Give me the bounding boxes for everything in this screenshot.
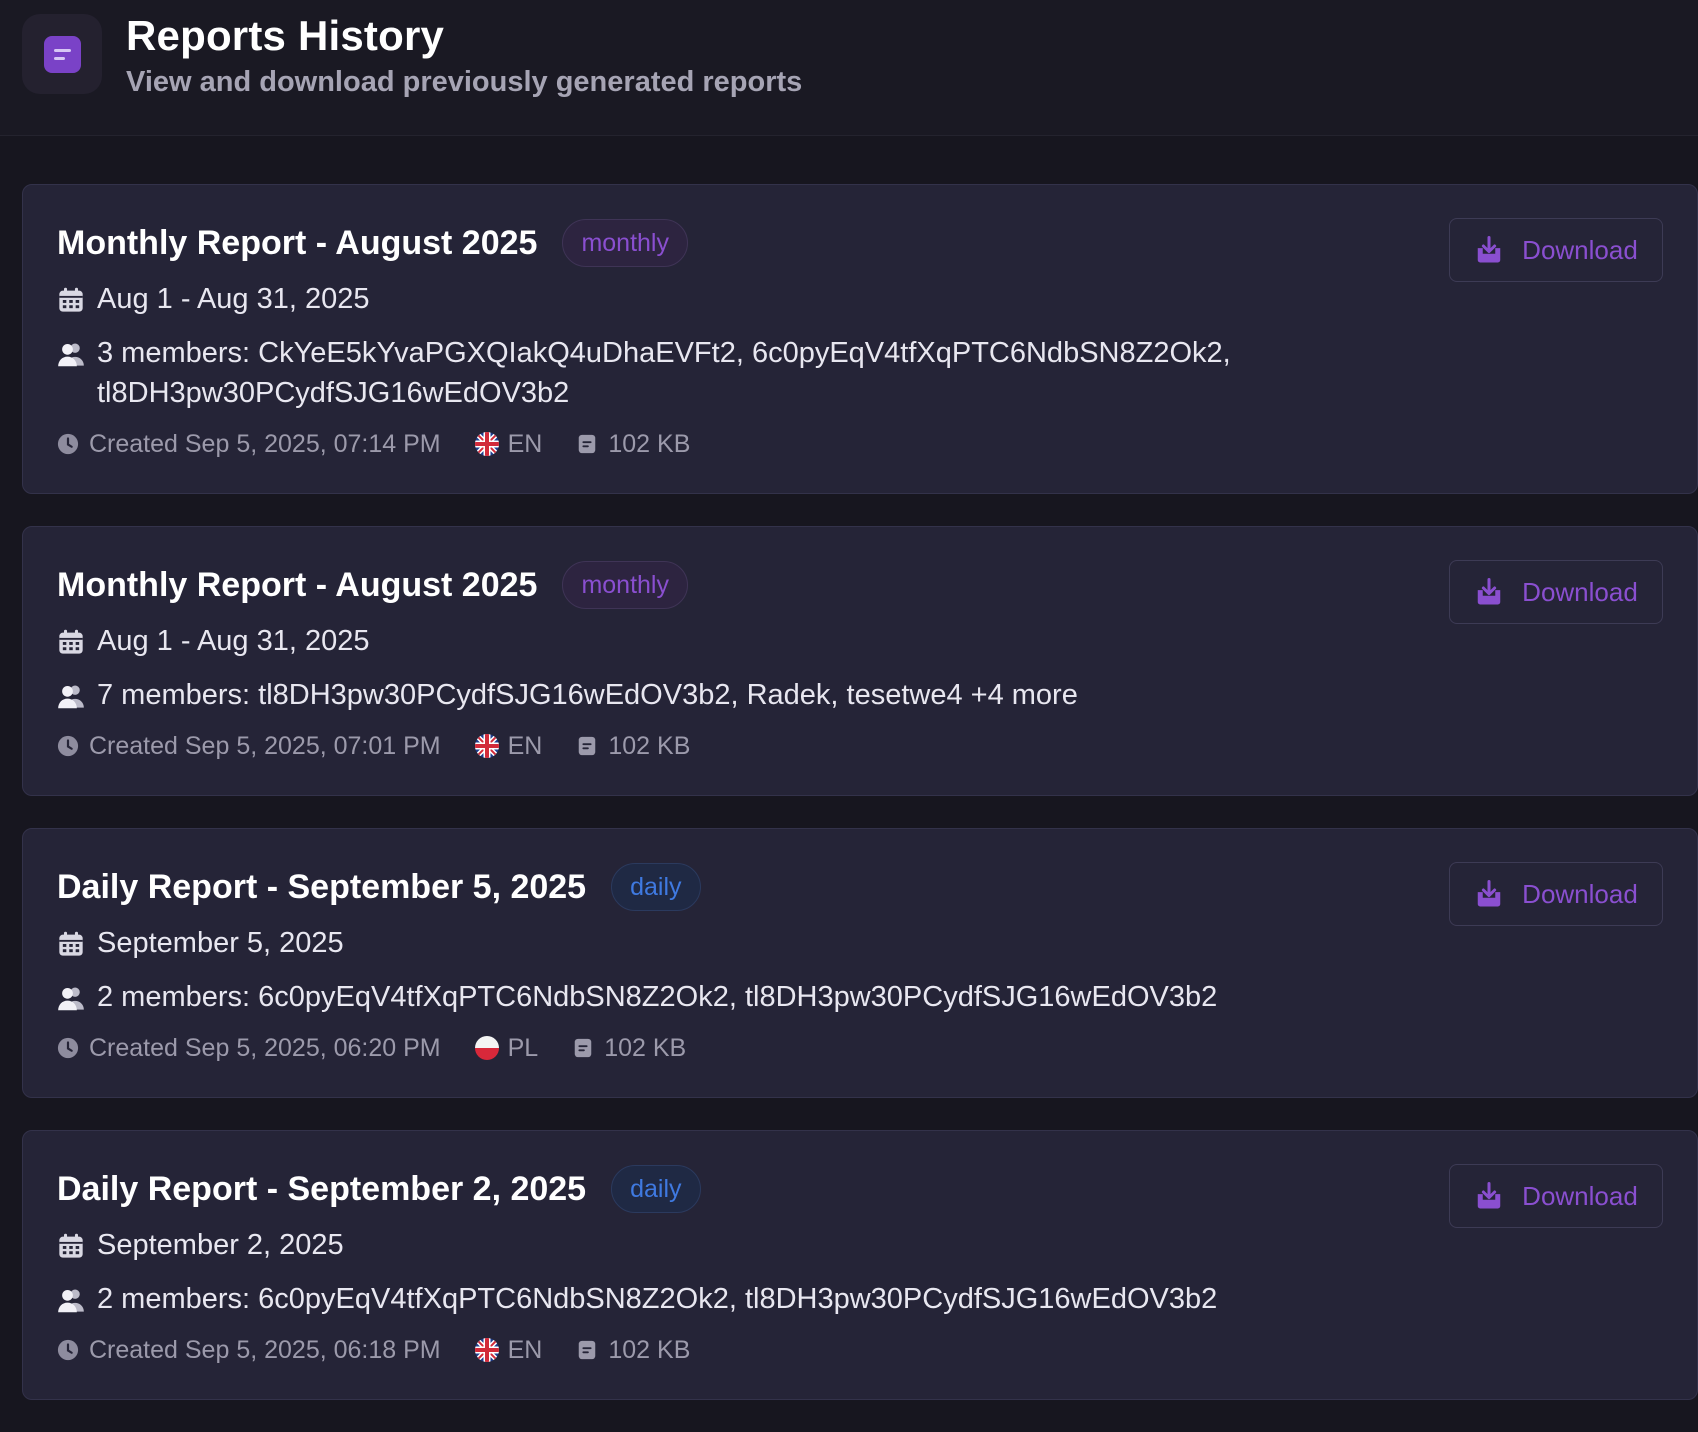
calendar-icon: [59, 1233, 83, 1258]
download-label: Download: [1522, 1180, 1638, 1211]
calendar-icon: [59, 931, 83, 956]
report-card-1: Monthly Report - August 2025 monthly Aug…: [22, 184, 1698, 494]
language-flag-icon: [474, 1338, 499, 1362]
created-timestamp: Created Sep 5, 2025, 07:01 PM: [89, 731, 441, 760]
created-timestamp: Created Sep 5, 2025, 07:14 PM: [89, 429, 441, 458]
download-icon: [1477, 1182, 1501, 1209]
users-icon: [58, 1289, 84, 1313]
users-icon: [58, 987, 84, 1011]
clock-icon: [57, 1339, 79, 1361]
report-title: Daily Report - September 2, 2025: [57, 1169, 587, 1208]
report-period: Aug 1 - Aug 31, 2025: [97, 283, 370, 315]
download-icon: [1477, 880, 1501, 907]
report-period: September 2, 2025: [97, 1229, 344, 1261]
language-flag-icon: [474, 734, 499, 758]
page-header: Reports History View and download previo…: [0, 0, 1698, 136]
report-card-3: Daily Report - September 5, 2025 daily S…: [22, 828, 1698, 1098]
download-button[interactable]: Download: [1449, 1164, 1663, 1228]
file-icon: [579, 434, 596, 454]
report-language: EN: [507, 731, 543, 760]
report-title: Monthly Report - August 2025: [57, 223, 538, 262]
file-size: 102 KB: [608, 1335, 691, 1364]
file-icon: [574, 1038, 592, 1058]
users-icon: [58, 685, 84, 709]
created-timestamp: Created Sep 5, 2025, 06:20 PM: [89, 1033, 441, 1062]
report-list: Monthly Report - August 2025 monthly Aug…: [22, 184, 1698, 1432]
report-type-badge: monthly: [562, 219, 688, 267]
report-title: Monthly Report - August 2025: [57, 565, 538, 604]
download-label: Download: [1522, 234, 1638, 265]
report-type-badge: daily: [611, 1165, 701, 1213]
report-period: Aug 1 - Aug 31, 2025: [97, 625, 370, 657]
calendar-icon: [59, 287, 83, 312]
report-type-badge: monthly: [562, 561, 688, 609]
report-members: 7 members: tl8DH3pw30PCydfSJG16wEdOV3b2,…: [97, 679, 1078, 711]
report-language: EN: [507, 1335, 543, 1364]
page-title: Reports History: [126, 12, 445, 59]
report-members: 2 members: 6c0pyEqV4tfXqPTC6NdbSN8Z2Ok2,…: [97, 1283, 1218, 1315]
download-icon: [1477, 236, 1501, 263]
clock-icon: [57, 433, 79, 455]
report-language: PL: [507, 1033, 539, 1062]
report-members: 3 members: CkYeE5kYvaPGXQIakQ4uDhaEVFt2,…: [97, 337, 1231, 409]
language-flag-icon: [474, 1036, 499, 1060]
file-icon: [579, 1340, 596, 1360]
download-button[interactable]: Download: [1449, 218, 1663, 282]
file-size: 102 KB: [608, 731, 691, 760]
report-period: September 5, 2025: [97, 927, 344, 959]
created-timestamp: Created Sep 5, 2025, 06:18 PM: [89, 1335, 441, 1364]
file-icon: [579, 736, 596, 756]
download-icon: [1477, 578, 1501, 605]
calendar-icon: [59, 629, 83, 654]
report-title: Daily Report - September 5, 2025: [57, 867, 587, 906]
file-size: 102 KB: [604, 1033, 687, 1062]
download-label: Download: [1522, 878, 1638, 909]
report-language: EN: [507, 429, 543, 458]
report-members: 2 members: 6c0pyEqV4tfXqPTC6NdbSN8Z2Ok2,…: [97, 981, 1218, 1013]
clock-icon: [57, 1037, 79, 1059]
download-label: Download: [1522, 576, 1638, 607]
report-card-2: Monthly Report - August 2025 monthly Aug…: [22, 526, 1698, 796]
report-card-4: Daily Report - September 2, 2025 daily S…: [22, 1130, 1698, 1400]
report-type-badge: daily: [611, 863, 701, 911]
language-flag-icon: [474, 432, 499, 456]
download-button[interactable]: Download: [1449, 862, 1663, 926]
download-button[interactable]: Download: [1449, 560, 1663, 624]
users-icon: [58, 343, 84, 367]
file-size: 102 KB: [608, 429, 691, 458]
page-subtitle: View and download previously generated r…: [126, 66, 803, 98]
clock-icon: [57, 735, 79, 757]
report-icon: [22, 14, 102, 94]
